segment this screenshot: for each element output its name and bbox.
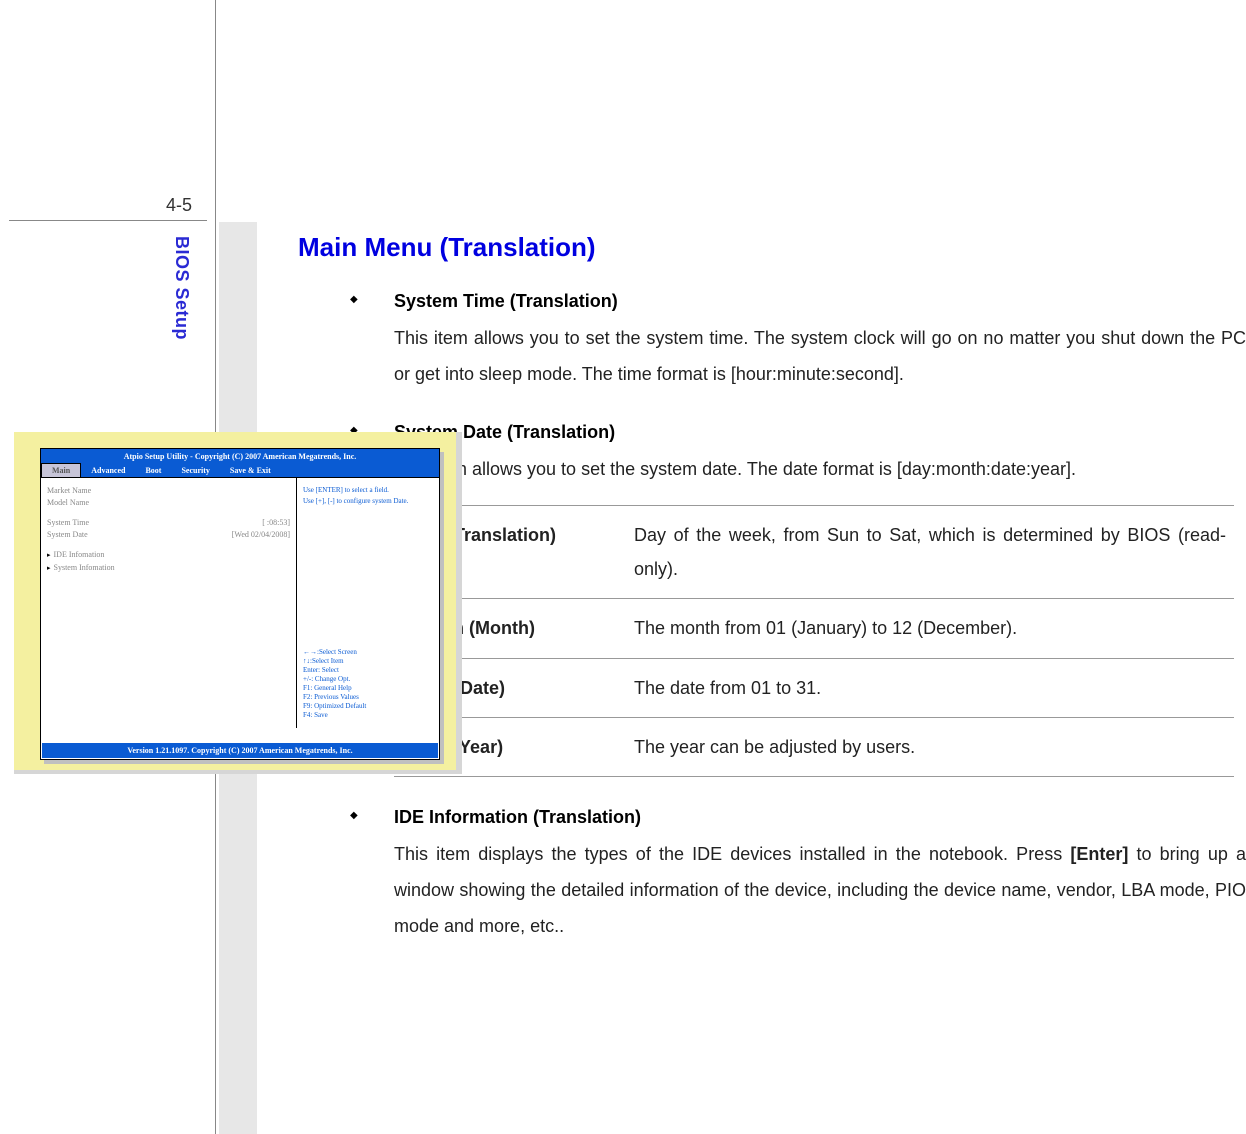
bios-key-legend: ←→:Select Screen ↑↓:Select Item Enter: S… (303, 648, 433, 720)
item-ide-information: IDE Information (Translation) This item … (350, 807, 1246, 944)
date-format-table: Day (Translation) Day of the week, from … (394, 505, 1234, 777)
top-divider (9, 220, 207, 221)
bios-screenshot: Atpio Setup Utility - Copyright (C) 2007… (14, 432, 466, 778)
table-val: The year can be adjusted by users. (618, 717, 1234, 776)
page-title: Main Menu (Translation) (298, 232, 1246, 263)
bios-label-time[interactable]: System Time (47, 518, 89, 527)
bios-label-date[interactable]: System Date (47, 530, 88, 539)
item-body: This item allows you to set the system d… (394, 451, 1246, 487)
bios-window: Atpio Setup Utility - Copyright (C) 2007… (40, 448, 440, 760)
bios-help-top: Use [ENTER] to select a field. Use [+], … (303, 486, 433, 508)
item-body: This item displays the types of the IDE … (394, 836, 1246, 944)
bios-tab-main[interactable]: Main (41, 463, 81, 477)
item-heading: IDE Information (Translation) (394, 807, 1246, 828)
bios-right-pane: Use [ENTER] to select a field. Use [+], … (297, 478, 439, 728)
bios-val-time: [ :08:53] (262, 518, 290, 527)
bios-key-line: Enter: Select (303, 666, 433, 674)
table-row: Year (Year) The year can be adjusted by … (394, 717, 1234, 776)
bios-val-date: [Wed 02/04/2008] (232, 530, 290, 539)
item-system-date: System Date (Translation) This item allo… (350, 422, 1246, 777)
bios-key-line: F1: General Help (303, 684, 433, 692)
table-row: Date (Date) The date from 01 to 31. (394, 658, 1234, 717)
bios-key-line: ↑↓:Select Item (303, 657, 433, 665)
bios-ide-info[interactable]: IDE Infomation (47, 550, 290, 559)
bios-key-line: F2: Previous Values (303, 693, 433, 701)
table-val: The month from 01 (January) to 12 (Decem… (618, 599, 1234, 658)
table-row: Month (Month) The month from 01 (January… (394, 599, 1234, 658)
table-val: Day of the week, from Sun to Sat, which … (618, 506, 1234, 599)
bios-label-model: Model Name (47, 498, 89, 507)
item-body: This item allows you to set the system t… (394, 320, 1246, 392)
table-row: Day (Translation) Day of the week, from … (394, 506, 1234, 599)
bios-key-line: F9: Optimized Default (303, 702, 433, 710)
bios-system-info[interactable]: System Infomation (47, 563, 290, 572)
ide-body-bold: [Enter] (1070, 844, 1128, 864)
bios-tab-boot[interactable]: Boot (135, 464, 171, 477)
item-list: System Time (Translation) This item allo… (350, 291, 1246, 944)
bios-label-market: Market Name (47, 486, 91, 495)
table-val: The date from 01 to 31. (618, 658, 1234, 717)
bios-body: Market Name Model Name System Time [ :08:… (41, 477, 439, 728)
sidebar-title: BIOS Setup (171, 236, 192, 340)
bios-help-line: Use [+], [-] to configure system Date. (303, 497, 433, 505)
item-system-time: System Time (Translation) This item allo… (350, 291, 1246, 392)
bios-key-line: +/-: Change Opt. (303, 675, 433, 683)
page-number: 4-5 (166, 195, 192, 216)
item-heading: System Date (Translation) (394, 422, 1246, 443)
bios-tabs: Main Advanced Boot Security Save & Exit (41, 464, 439, 477)
bios-help-line: Use [ENTER] to select a field. (303, 486, 433, 494)
bios-key-line: F4: Save (303, 711, 433, 719)
bios-tab-save-exit[interactable]: Save & Exit (220, 464, 281, 477)
ide-body-pre: This item displays the types of the IDE … (394, 844, 1070, 864)
bios-footer: Version 1.21.1097. Copyright (C) 2007 Am… (42, 743, 438, 758)
bios-left-pane: Market Name Model Name System Time [ :08:… (41, 478, 297, 728)
item-heading: System Time (Translation) (394, 291, 1246, 312)
bios-key-line: ←→:Select Screen (303, 648, 433, 656)
bios-tab-advanced[interactable]: Advanced (81, 464, 135, 477)
bios-ide-label: IDE Infomation (54, 550, 105, 559)
bios-sys-label: System Infomation (54, 563, 115, 572)
bios-tab-security[interactable]: Security (171, 464, 219, 477)
bios-header: Atpio Setup Utility - Copyright (C) 2007… (41, 449, 439, 464)
